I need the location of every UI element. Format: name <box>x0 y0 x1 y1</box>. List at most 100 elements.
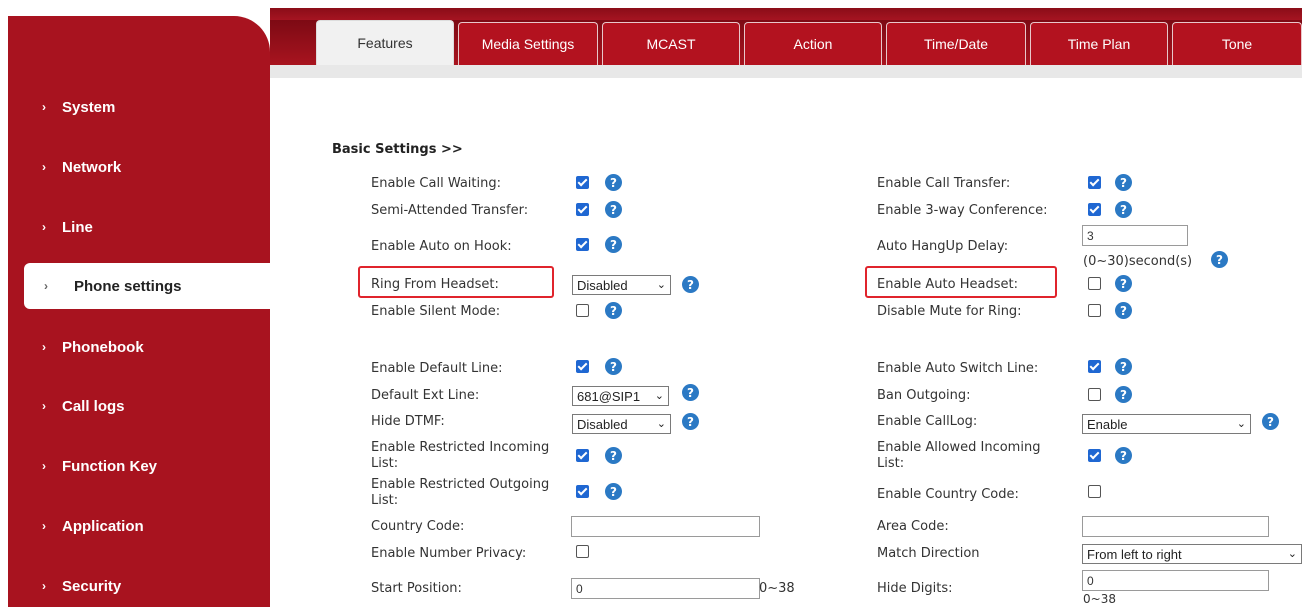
default-ext-line-label: Default Ext Line: <box>371 388 480 403</box>
sidebar-item-phone-settings[interactable]: › Phone settings <box>24 263 274 309</box>
ban-outgoing-checkbox[interactable] <box>1088 388 1101 401</box>
restricted-outgoing-label-line2: List: <box>371 493 399 508</box>
help-icon[interactable]: ? <box>1211 251 1228 268</box>
ring-from-headset-label: Ring From Headset: <box>371 277 499 292</box>
enable-auto-headset-label: Enable Auto Headset: <box>877 277 1018 292</box>
restricted-outgoing-checkbox[interactable] <box>576 485 589 498</box>
select-value: Disabled <box>577 416 628 432</box>
restricted-incoming-checkbox[interactable] <box>576 449 589 462</box>
default-ext-line-select[interactable]: 681@SIP1 ⌄ <box>572 386 669 406</box>
help-icon[interactable]: ? <box>1115 386 1132 403</box>
sidebar-item-line[interactable]: › Line <box>8 204 270 250</box>
enable-calllog-select[interactable]: Enable ⌄ <box>1082 414 1251 434</box>
enable-auto-on-hook-checkbox[interactable] <box>576 238 589 251</box>
sidebar-item-label: Security <box>62 577 122 595</box>
hide-dtmf-select[interactable]: Disabled ⌄ <box>572 414 671 434</box>
enable-call-waiting-checkbox[interactable] <box>576 176 589 189</box>
sidebar-item-label: Network <box>62 158 122 176</box>
help-icon[interactable]: ? <box>605 236 622 253</box>
help-icon[interactable]: ? <box>605 302 622 319</box>
sidebar-item-security[interactable]: › Security <box>8 563 270 607</box>
enable-3way-conference-checkbox[interactable] <box>1088 203 1101 216</box>
enable-number-privacy-label: Enable Number Privacy: <box>371 546 527 561</box>
match-direction-label: Match Direction <box>877 546 980 561</box>
input-value: 3 <box>1087 228 1094 243</box>
hide-digits-input[interactable]: 0 <box>1082 570 1269 591</box>
select-value: Enable <box>1087 416 1128 432</box>
help-icon[interactable]: ? <box>1115 174 1132 191</box>
match-direction-select[interactable]: From left to right ⌄ <box>1082 544 1302 564</box>
tab-action[interactable]: Action <box>744 22 882 65</box>
restricted-incoming-label-line2: List: <box>371 456 399 471</box>
sidebar-item-label: Call logs <box>62 397 125 415</box>
enable-auto-switch-line-label: Enable Auto Switch Line: <box>877 361 1039 376</box>
restricted-outgoing-label: Enable Restricted Outgoing <box>371 477 550 492</box>
restricted-incoming-label: Enable Restricted Incoming <box>371 440 550 455</box>
semi-attended-transfer-checkbox[interactable] <box>576 203 589 216</box>
area-code-input[interactable] <box>1082 516 1269 537</box>
input-value: 0 <box>1087 573 1094 588</box>
sidebar-item-call-logs[interactable]: › Call logs <box>8 383 270 429</box>
help-icon[interactable]: ? <box>605 447 622 464</box>
auto-hangup-delay-input[interactable]: 3 <box>1082 225 1188 246</box>
chevron-right-icon: › <box>42 519 46 533</box>
tab-media-settings[interactable]: Media Settings <box>458 22 598 65</box>
sidebar-item-phonebook[interactable]: › Phonebook <box>8 324 270 370</box>
enable-number-privacy-checkbox[interactable] <box>576 545 589 558</box>
sidebar-item-network[interactable]: › Network <box>8 144 270 190</box>
start-position-input[interactable]: 0 <box>571 578 760 599</box>
help-icon[interactable]: ? <box>1262 413 1279 430</box>
tab-time-date[interactable]: Time/Date <box>886 22 1026 65</box>
help-icon[interactable]: ? <box>1115 358 1132 375</box>
country-code-input[interactable] <box>571 516 760 537</box>
chevron-right-icon: › <box>42 579 46 593</box>
enable-default-line-label: Enable Default Line: <box>371 361 503 376</box>
section-title: Basic Settings >> <box>332 142 463 157</box>
enable-country-code-checkbox[interactable] <box>1088 485 1101 498</box>
country-code-label: Country Code: <box>371 519 465 534</box>
help-icon[interactable]: ? <box>1115 447 1132 464</box>
sidebar-item-label: System <box>62 98 116 116</box>
chevron-right-icon: › <box>42 399 46 413</box>
help-icon[interactable]: ? <box>605 483 622 500</box>
help-icon[interactable]: ? <box>605 358 622 375</box>
area-code-label: Area Code: <box>877 519 949 534</box>
tab-mcast[interactable]: MCAST <box>602 22 740 65</box>
chevron-down-icon: ⌄ <box>1287 548 1297 560</box>
help-icon[interactable]: ? <box>682 276 699 293</box>
sidebar-item-function-key[interactable]: › Function Key <box>8 443 270 489</box>
start-position-range-hint: 0~38 <box>759 581 795 596</box>
chevron-down-icon: ⌄ <box>654 390 664 402</box>
help-icon[interactable]: ? <box>682 384 699 401</box>
auto-hangup-delay-label: Auto HangUp Delay: <box>877 239 1009 254</box>
tab-time-plan[interactable]: Time Plan <box>1030 22 1168 65</box>
ring-from-headset-select[interactable]: Disabled ⌄ <box>572 275 671 295</box>
enable-call-transfer-checkbox[interactable] <box>1088 176 1101 189</box>
enable-default-line-checkbox[interactable] <box>576 360 589 373</box>
tab-tone[interactable]: Tone <box>1172 22 1302 65</box>
enable-silent-mode-checkbox[interactable] <box>576 304 589 317</box>
allowed-incoming-checkbox[interactable] <box>1088 449 1101 462</box>
help-icon[interactable]: ? <box>1115 201 1132 218</box>
enable-calllog-label: Enable CallLog: <box>877 414 978 429</box>
chevron-right-icon: › <box>44 279 48 293</box>
help-icon[interactable]: ? <box>682 413 699 430</box>
sidebar-item-system[interactable]: › System <box>8 84 270 130</box>
allowed-incoming-label: Enable Allowed Incoming <box>877 440 1041 455</box>
tab-features[interactable]: Features <box>316 20 454 65</box>
help-icon[interactable]: ? <box>1115 275 1132 292</box>
disable-mute-for-ring-label: Disable Mute for Ring: <box>877 304 1022 319</box>
help-icon[interactable]: ? <box>605 201 622 218</box>
help-icon[interactable]: ? <box>1115 302 1132 319</box>
enable-auto-switch-line-checkbox[interactable] <box>1088 360 1101 373</box>
ban-outgoing-label: Ban Outgoing: <box>877 388 971 403</box>
enable-silent-mode-label: Enable Silent Mode: <box>371 304 501 319</box>
chevron-down-icon: ⌄ <box>656 279 666 291</box>
enable-auto-headset-checkbox[interactable] <box>1088 277 1101 290</box>
disable-mute-for-ring-checkbox[interactable] <box>1088 304 1101 317</box>
help-icon[interactable]: ? <box>605 174 622 191</box>
hide-digits-range-hint: 0~38 <box>1083 592 1116 606</box>
enable-call-transfer-label: Enable Call Transfer: <box>877 176 1011 191</box>
sidebar-item-label: Phone settings <box>74 277 182 295</box>
sidebar-item-application[interactable]: › Application <box>8 503 270 549</box>
